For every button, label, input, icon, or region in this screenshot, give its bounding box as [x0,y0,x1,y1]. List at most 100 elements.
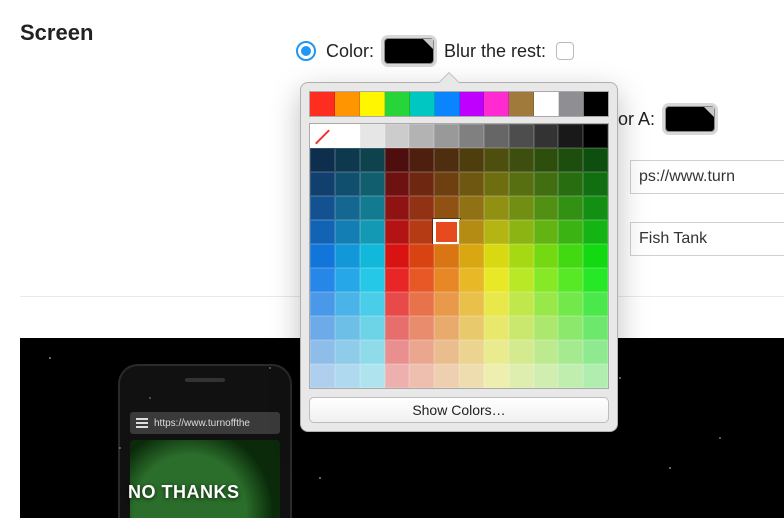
color-grid-cell[interactable] [409,124,434,148]
color-grid-cell[interactable] [360,316,385,340]
color-grid-cell[interactable] [335,316,360,340]
color-grid-cell[interactable] [534,364,559,388]
color-grid-cell[interactable] [558,268,583,292]
color-grid-cell[interactable] [335,172,360,196]
color-grid-cell[interactable] [459,148,484,172]
color-grid-cell[interactable] [509,148,534,172]
color-grid-cell[interactable] [583,148,608,172]
color-grid-cell[interactable] [509,124,534,148]
color-grid-cell[interactable] [583,124,608,148]
preset-color-cell[interactable] [385,92,410,116]
preset-color-cell[interactable] [484,92,509,116]
color-grid-cell[interactable] [310,244,335,268]
color-grid-cell[interactable] [434,292,459,316]
color-grid-cell[interactable] [509,364,534,388]
no-color-cell[interactable] [310,124,335,148]
color-grid-cell[interactable] [509,316,534,340]
color-grid-cell[interactable] [360,172,385,196]
color-grid-cell[interactable] [310,316,335,340]
color-grid-cell[interactable] [534,124,559,148]
color-grid-cell[interactable] [310,292,335,316]
color-grid-cell[interactable] [409,364,434,388]
color-grid-cell[interactable] [434,364,459,388]
color-grid-cell[interactable] [434,340,459,364]
color-grid-cell[interactable] [310,172,335,196]
color-grid-cell[interactable] [459,220,484,244]
color-grid-cell[interactable] [459,316,484,340]
color-radio[interactable] [296,41,316,61]
color-grid-cell[interactable] [409,148,434,172]
color-grid-cell[interactable] [385,148,410,172]
color-grid-cell[interactable] [583,364,608,388]
color-grid-cell[interactable] [385,316,410,340]
color-grid-cell[interactable] [484,244,509,268]
color-grid-cell[interactable] [484,340,509,364]
color-grid-cell[interactable] [459,364,484,388]
color-grid-cell[interactable] [484,196,509,220]
color-grid-cell-selected[interactable] [434,220,459,244]
color-grid-cell[interactable] [484,292,509,316]
preset-color-cell[interactable] [460,92,485,116]
color-grid-cell[interactable] [335,364,360,388]
color-grid-cell[interactable] [583,172,608,196]
color-grid-cell[interactable] [360,196,385,220]
color-grid-cell[interactable] [534,316,559,340]
color-grid-cell[interactable] [385,220,410,244]
color-grid-cell[interactable] [459,244,484,268]
color-grid-cell[interactable] [335,124,360,148]
color-grid-cell[interactable] [484,172,509,196]
color-grid-cell[interactable] [459,124,484,148]
color-grid-cell[interactable] [409,244,434,268]
color-grid-cell[interactable] [434,268,459,292]
title-input[interactable]: Fish Tank [630,222,784,256]
color-grid-cell[interactable] [558,364,583,388]
color-grid-cell[interactable] [459,292,484,316]
url-input[interactable]: ps://www.turn [630,160,784,194]
color-grid-cell[interactable] [360,340,385,364]
color-grid-cell[interactable] [509,220,534,244]
preset-color-cell[interactable] [435,92,460,116]
color-grid-cell[interactable] [409,172,434,196]
color-grid-cell[interactable] [310,364,335,388]
color-grid-cell[interactable] [310,340,335,364]
no-thanks-overlay[interactable]: NO THANKS [128,482,240,503]
preset-color-cell[interactable] [509,92,534,116]
color-grid-cell[interactable] [310,196,335,220]
color-grid-cell[interactable] [509,196,534,220]
color-grid-cell[interactable] [360,124,385,148]
color-grid-cell[interactable] [484,364,509,388]
color-grid-cell[interactable] [558,220,583,244]
color-grid-cell[interactable] [434,316,459,340]
color-grid-cell[interactable] [434,124,459,148]
color-grid-cell[interactable] [583,292,608,316]
color-grid-cell[interactable] [360,244,385,268]
color-grid-cell[interactable] [459,268,484,292]
color-grid-cell[interactable] [509,268,534,292]
color-grid-cell[interactable] [583,244,608,268]
color-grid-cell[interactable] [583,316,608,340]
color-grid-cell[interactable] [385,196,410,220]
color-grid-cell[interactable] [534,220,559,244]
color-grid-cell[interactable] [509,244,534,268]
preset-color-cell[interactable] [360,92,385,116]
preset-color-cell[interactable] [310,92,335,116]
color-grid-cell[interactable] [360,292,385,316]
color-grid-cell[interactable] [534,268,559,292]
color-grid-cell[interactable] [509,340,534,364]
color-grid-cell[interactable] [335,148,360,172]
preset-color-cell[interactable] [410,92,435,116]
color-grid-cell[interactable] [558,124,583,148]
color-grid-cell[interactable] [434,172,459,196]
color-grid-cell[interactable] [484,316,509,340]
color-grid-cell[interactable] [385,172,410,196]
preset-color-cell[interactable] [584,92,608,116]
preset-color-cell[interactable] [335,92,360,116]
color-grid-cell[interactable] [534,148,559,172]
color-grid-cell[interactable] [583,196,608,220]
color-grid-cell[interactable] [583,268,608,292]
color-grid-cell[interactable] [409,220,434,244]
color-grid-cell[interactable] [335,220,360,244]
color-grid-cell[interactable] [583,340,608,364]
color-grid-cell[interactable] [484,124,509,148]
color-grid-cell[interactable] [360,268,385,292]
